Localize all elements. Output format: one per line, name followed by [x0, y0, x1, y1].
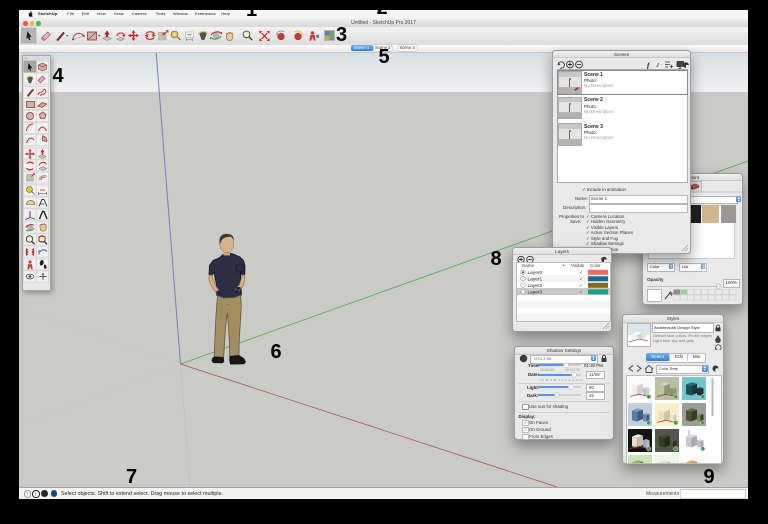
svg-text:Layer0: Layer0	[527, 270, 542, 276]
svg-text:✓: ✓	[579, 289, 583, 295]
svg-text:✓: ✓	[579, 283, 583, 289]
svg-text:Layer1: Layer1	[527, 276, 542, 282]
svg-text:✓: ✓	[579, 276, 583, 282]
svg-text:Layer2: Layer2	[527, 283, 542, 289]
svg-text:✓: ✓	[579, 270, 583, 276]
svg-text:Layer3: Layer3	[527, 289, 542, 295]
